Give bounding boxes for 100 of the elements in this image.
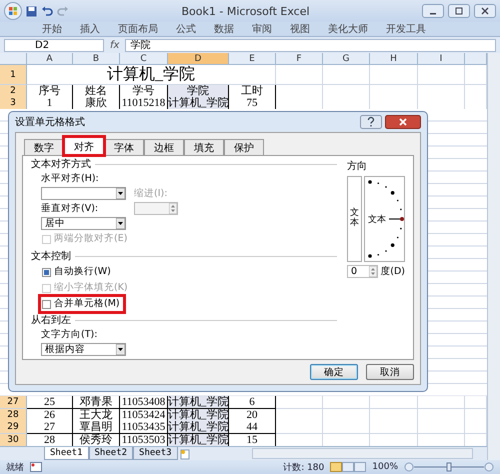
degrees-spinner[interactable]: 0 bbox=[347, 265, 378, 278]
table-cell: 计算机_学院 bbox=[168, 396, 229, 410]
column-header[interactable]: C bbox=[120, 53, 168, 65]
table-cell: 康欣 bbox=[73, 97, 120, 110]
restore-button[interactable] bbox=[448, 4, 470, 18]
table-cell: 25 bbox=[27, 396, 73, 410]
table-cell: 11053503 bbox=[120, 434, 168, 447]
sheet-tab[interactable]: Sheet2 bbox=[88, 447, 134, 460]
column-header[interactable]: I bbox=[418, 53, 465, 65]
table-cell: 11053424 bbox=[120, 408, 168, 422]
close-button[interactable] bbox=[474, 4, 496, 18]
insert-sheet-icon[interactable] bbox=[178, 449, 192, 460]
orientation-dial[interactable]: 文本 bbox=[364, 176, 405, 262]
field-label: 缩进(I): bbox=[134, 188, 168, 200]
row-header[interactable]: 3 bbox=[0, 97, 27, 110]
field-label: 度(D) bbox=[380, 266, 405, 278]
checkbox-label: 合并单元格(M) bbox=[54, 298, 120, 310]
dialog-tab[interactable]: 数字 bbox=[24, 139, 64, 155]
save-icon[interactable] bbox=[26, 6, 37, 16]
table-cell: 计算机_学院 bbox=[168, 421, 229, 434]
table-cell: 计算机_学院 bbox=[168, 97, 229, 110]
dialog-button[interactable]: 确定 bbox=[310, 364, 358, 380]
checkbox[interactable] bbox=[42, 300, 51, 308]
ribbon-tab[interactable]: 数据 bbox=[214, 22, 234, 36]
checkbox-label: 自动换行(W) bbox=[54, 266, 111, 278]
row-header[interactable]: 27 bbox=[0, 396, 27, 410]
column-header[interactable]: F bbox=[276, 53, 323, 65]
table-cell: 75 bbox=[229, 97, 276, 110]
ribbon-tab[interactable]: 公式 bbox=[176, 22, 196, 36]
table-cell: 27 bbox=[27, 421, 73, 434]
close-icon[interactable] bbox=[385, 115, 421, 129]
table-cell: 6 bbox=[229, 396, 276, 410]
column-header[interactable]: B bbox=[73, 53, 120, 65]
status-text: 就绪 bbox=[6, 462, 24, 474]
select-all-corner[interactable] bbox=[0, 53, 27, 65]
group-heading: 文本控制 bbox=[31, 250, 71, 263]
vertical-align-dropdown[interactable]: 居中 bbox=[41, 217, 126, 230]
horizontal-scrollbar[interactable] bbox=[252, 448, 473, 459]
horizontal-align-dropdown[interactable] bbox=[41, 187, 126, 200]
group-heading: 文本对齐方式 bbox=[31, 158, 91, 171]
name-box[interactable]: D2 bbox=[4, 38, 104, 52]
field-label: 水平对齐(H): bbox=[41, 173, 100, 185]
column-header[interactable]: A bbox=[27, 53, 73, 65]
column-header[interactable] bbox=[465, 53, 487, 65]
checkbox-label: 缩小字体填充(K) bbox=[54, 282, 128, 294]
dialog-tab[interactable]: 填充 bbox=[184, 139, 224, 155]
vertical-scrollbar[interactable] bbox=[487, 53, 500, 460]
column-header[interactable]: G bbox=[323, 53, 370, 65]
row-header[interactable]: 29 bbox=[0, 421, 27, 434]
office-button-icon[interactable] bbox=[4, 2, 22, 20]
text-direction-dropdown[interactable]: 根据内容 bbox=[41, 343, 126, 356]
table-cell: 11053408 bbox=[120, 396, 168, 410]
dialog-tab[interactable]: 对齐 bbox=[64, 137, 104, 155]
table-cell: 11015218 bbox=[120, 97, 168, 110]
ribbon-tab[interactable]: 开发工具 bbox=[386, 22, 426, 36]
row-header[interactable]: 30 bbox=[0, 434, 27, 447]
redo-icon[interactable] bbox=[57, 6, 69, 16]
group-heading: 方向 bbox=[347, 160, 368, 173]
zoom-slider-icon[interactable] bbox=[404, 462, 494, 472]
vertical-text-button[interactable]: 文本 bbox=[347, 176, 362, 262]
row-header[interactable]: 2 bbox=[0, 85, 27, 98]
help-icon[interactable] bbox=[360, 115, 382, 129]
checkbox[interactable] bbox=[42, 268, 51, 276]
close-icon bbox=[481, 7, 489, 15]
sheet-tab[interactable]: Sheet3 bbox=[133, 447, 178, 460]
undo-icon[interactable] bbox=[41, 6, 53, 16]
ribbon-tab[interactable]: 视图 bbox=[290, 22, 310, 36]
minimize-button[interactable] bbox=[422, 4, 444, 18]
spinner-arrows-icon[interactable] bbox=[369, 266, 378, 277]
view-buttons-icon[interactable] bbox=[330, 462, 366, 472]
dialog-tab[interactable]: 字体 bbox=[104, 139, 144, 155]
spinner-arrows-icon[interactable] bbox=[169, 203, 177, 214]
table-cell: 邓青果 bbox=[73, 396, 120, 410]
ribbon-tab[interactable]: 开始 bbox=[42, 22, 62, 36]
insert-function-button[interactable]: fx bbox=[110, 40, 120, 50]
count-readout: 计数: 180 bbox=[283, 462, 324, 474]
ribbon-tab[interactable]: 插入 bbox=[80, 22, 100, 36]
checkbox-label: 两端分散对齐(E) bbox=[54, 233, 128, 245]
row-header[interactable]: 1 bbox=[0, 65, 27, 85]
dialog-tab[interactable]: 边框 bbox=[144, 139, 184, 155]
dialog-button[interactable]: 取消 bbox=[366, 364, 414, 380]
sheet-tab[interactable]: Sheet1 bbox=[44, 447, 89, 460]
table-cell: 计算机_学院 bbox=[168, 408, 229, 422]
dialog-tab[interactable]: 保护 bbox=[224, 139, 264, 155]
ribbon-tab[interactable]: 美化大师 bbox=[328, 22, 368, 36]
dropdown-arrow-icon bbox=[116, 344, 125, 355]
indent-spinner[interactable] bbox=[134, 202, 178, 215]
row-header[interactable]: 28 bbox=[0, 408, 27, 422]
column-header[interactable]: D bbox=[168, 53, 229, 65]
macro-record-icon[interactable] bbox=[30, 462, 42, 472]
field-label: 文字方向(T): bbox=[41, 329, 98, 341]
ribbon-tab[interactable]: 页面布局 bbox=[118, 22, 158, 36]
zoom-level[interactable]: 100% bbox=[372, 462, 398, 472]
column-header[interactable]: H bbox=[370, 53, 418, 65]
ribbon-tab[interactable]: 审阅 bbox=[252, 22, 272, 36]
table-cell: 44 bbox=[229, 421, 276, 434]
dropdown-arrow-icon bbox=[116, 188, 125, 199]
column-header[interactable]: E bbox=[229, 53, 276, 65]
window-title: Book1 - Microsoft Excel bbox=[180, 4, 311, 18]
formula-field[interactable]: 学院 bbox=[125, 38, 496, 52]
